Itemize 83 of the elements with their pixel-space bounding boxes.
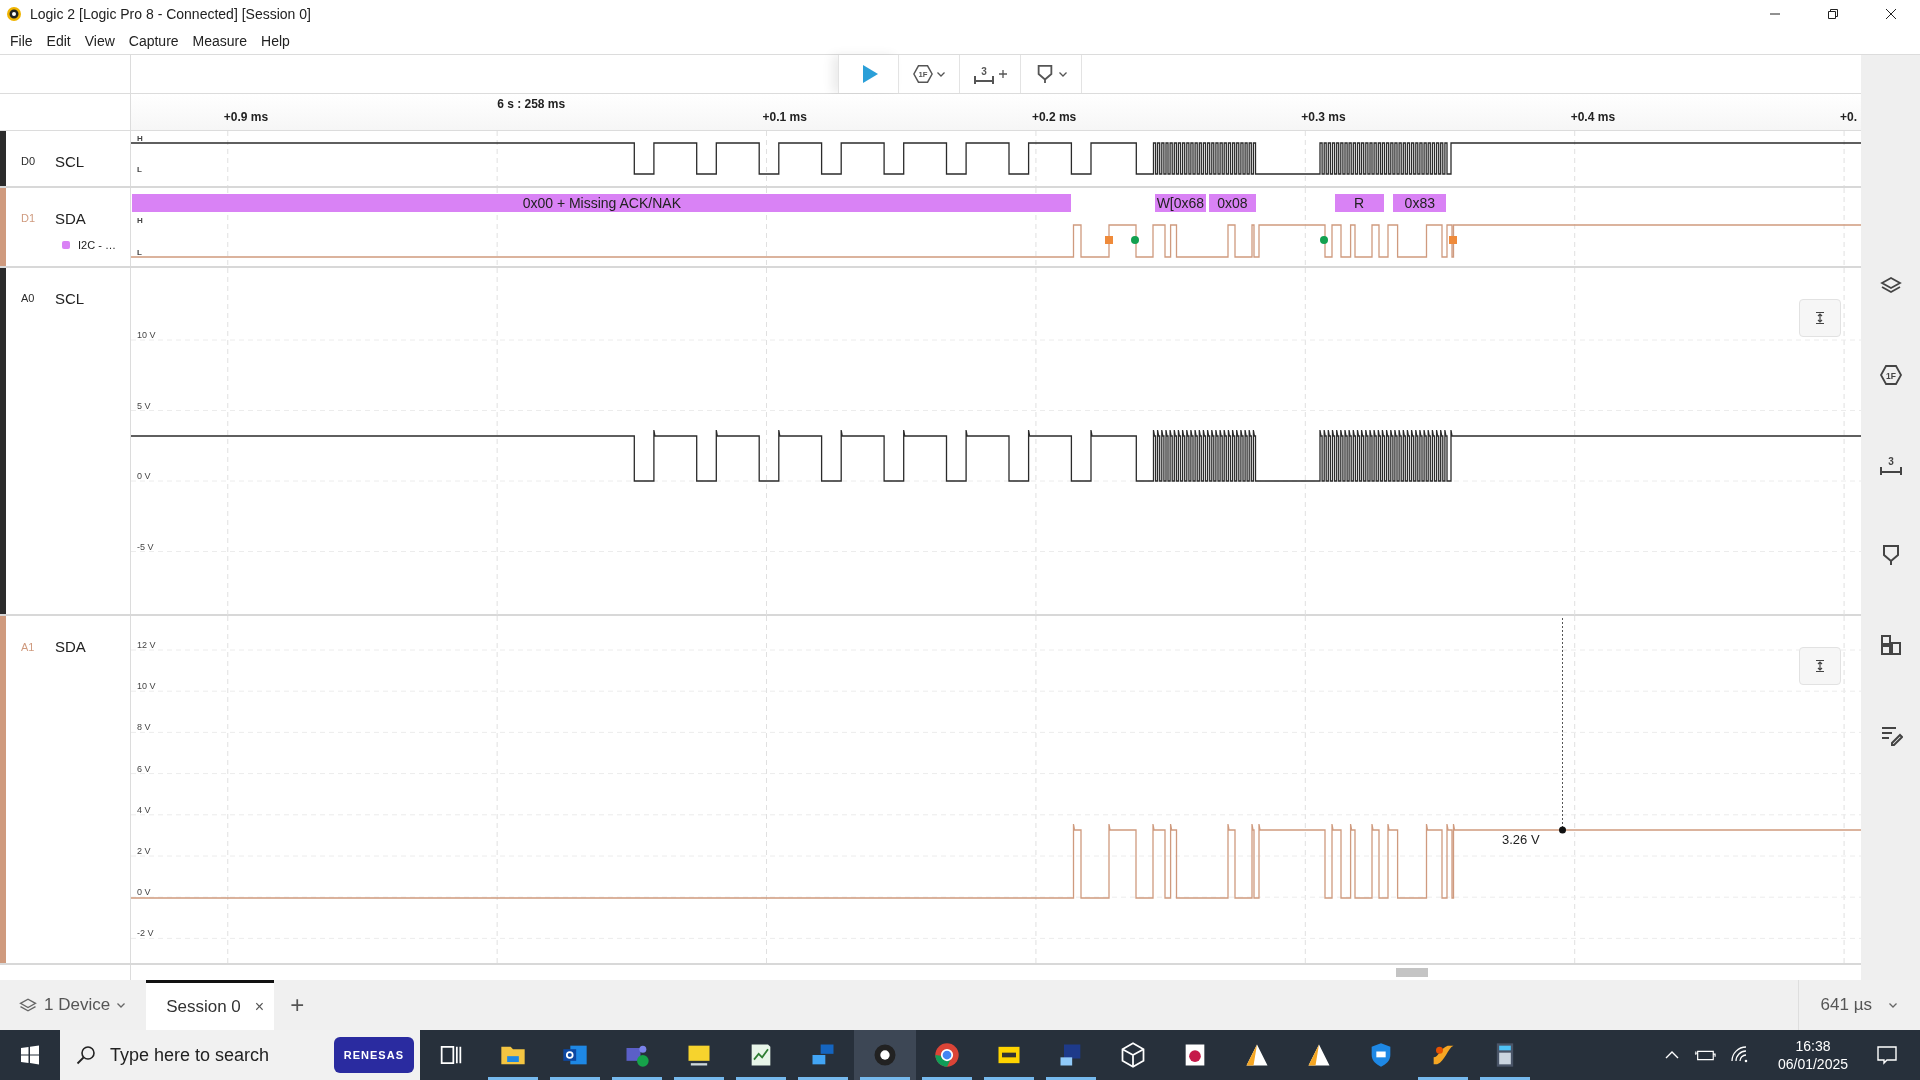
- measure-panel-button[interactable]: 3: [1872, 447, 1909, 483]
- fit-height-button[interactable]: [1799, 298, 1841, 337]
- brand-badge: RENESAS: [333, 1037, 414, 1073]
- menu-item[interactable]: Edit: [40, 30, 77, 52]
- voltage-label: 12 V: [137, 640, 156, 651]
- channel-id: A1: [20, 640, 36, 653]
- level-label: L: [137, 247, 142, 257]
- measurement-cursor[interactable]: [1559, 617, 1566, 834]
- app-logo-icon: [6, 6, 22, 22]
- window-title: Logic 2 [Logic Pro 8 - Connected] [Session 0]: [30, 6, 311, 22]
- menu-item[interactable]: Help: [255, 30, 296, 52]
- fit-height-icon: [1813, 659, 1827, 674]
- analyzers-panel-button[interactable]: 1F: [1872, 357, 1909, 393]
- logic-app-button[interactable]: [854, 1030, 916, 1080]
- decoded-frame[interactable]: 0x83: [1393, 193, 1447, 212]
- close-tab-button[interactable]: ×: [254, 997, 265, 1016]
- search-bar[interactable]: Type here to search RENESAS: [60, 1030, 420, 1080]
- channel-name[interactable]: SCL: [55, 152, 85, 170]
- decoded-frame[interactable]: 0x00 + Missing ACK/NAK: [132, 193, 1072, 212]
- level-label: H: [137, 215, 143, 225]
- caret-icon: [116, 1000, 127, 1010]
- play-button[interactable]: [838, 55, 899, 93]
- browser-icon: [933, 1041, 961, 1069]
- time-label: +0.1 ms: [762, 109, 807, 124]
- time-label: 6 s : 258 ms: [497, 96, 566, 111]
- voltage-label: 4 V: [137, 805, 151, 816]
- voltage-label: 10 V: [137, 329, 156, 340]
- device-selector[interactable]: 1 Device: [0, 980, 147, 1030]
- time-label: +0.2 ms: [1031, 109, 1077, 124]
- search-field[interactable]: Type here to search: [108, 1043, 322, 1067]
- level-label: H: [137, 133, 143, 143]
- layout-icon: [1878, 633, 1903, 657]
- fit-height-icon: [1813, 310, 1827, 325]
- analyzer-name[interactable]: I2C - …: [78, 238, 116, 251]
- voltage-label: -5 V: [137, 541, 154, 552]
- voltage-label: 2 V: [137, 846, 151, 857]
- time-label: +0.9 ms: [223, 109, 269, 124]
- caret-icon: [1888, 1000, 1898, 1010]
- voltage-label: 0 V: [137, 470, 151, 481]
- voltage-label: 8 V: [137, 722, 151, 733]
- fit-height-button[interactable]: [1799, 647, 1841, 686]
- search-icon: [76, 1045, 96, 1065]
- channel-id: D0: [20, 155, 37, 168]
- voltage-label: 5 V: [137, 400, 151, 411]
- start-marker: [1131, 235, 1139, 244]
- time-label: +0.3 ms: [1301, 109, 1346, 124]
- channel-id: A0: [20, 292, 36, 305]
- hexagon-icon: 1F: [1878, 363, 1903, 387]
- time-label: +0.4 ms: [1570, 109, 1616, 124]
- plus-icon: [997, 68, 1008, 79]
- channel-name[interactable]: SDA: [55, 638, 86, 656]
- time-label: +0.: [1840, 109, 1858, 124]
- menu-item[interactable]: View: [78, 30, 121, 52]
- add-session-button[interactable]: +: [274, 980, 321, 1030]
- voltage-label: 10 V: [137, 681, 156, 692]
- clock-time[interactable]: 16:38: [1795, 1038, 1831, 1054]
- notification-icon[interactable]: [1876, 1044, 1898, 1066]
- voltage-label: -2 V: [137, 928, 154, 939]
- decoded-frame[interactable]: 0x08: [1208, 193, 1257, 212]
- decoded-frame[interactable]: W[0x68: [1154, 193, 1207, 212]
- session-tab-label[interactable]: Session 0: [166, 996, 241, 1017]
- channel-name[interactable]: SDA: [55, 209, 86, 227]
- measure-button[interactable]: 3: [960, 55, 1021, 93]
- session-tab[interactable]: Session 0 ×: [146, 980, 275, 1030]
- cube-icon: [1119, 1041, 1147, 1069]
- close-icon: [1885, 8, 1897, 20]
- restore-icon: [1827, 8, 1839, 20]
- wifi-icon[interactable]: [1729, 1045, 1750, 1065]
- scrollbar-thumb[interactable]: [1396, 968, 1428, 977]
- channel-name[interactable]: SCL: [55, 289, 85, 307]
- stop-marker: [1105, 235, 1113, 244]
- voltage-label: 6 V: [137, 764, 151, 774]
- channel-id: D1: [20, 212, 37, 225]
- voltage-label: 0 V: [137, 887, 151, 898]
- menu-item[interactable]: File: [4, 30, 39, 52]
- level-label: L: [137, 164, 142, 174]
- start-marker: [1320, 235, 1328, 244]
- stop-marker: [1449, 235, 1457, 244]
- clock-date[interactable]: 06/01/2025: [1777, 1056, 1848, 1072]
- menu-item[interactable]: Capture: [122, 30, 185, 52]
- windows-logo-icon: [20, 1045, 40, 1065]
- decoded-frame[interactable]: R: [1334, 193, 1384, 212]
- menu-item[interactable]: Measure: [186, 30, 254, 52]
